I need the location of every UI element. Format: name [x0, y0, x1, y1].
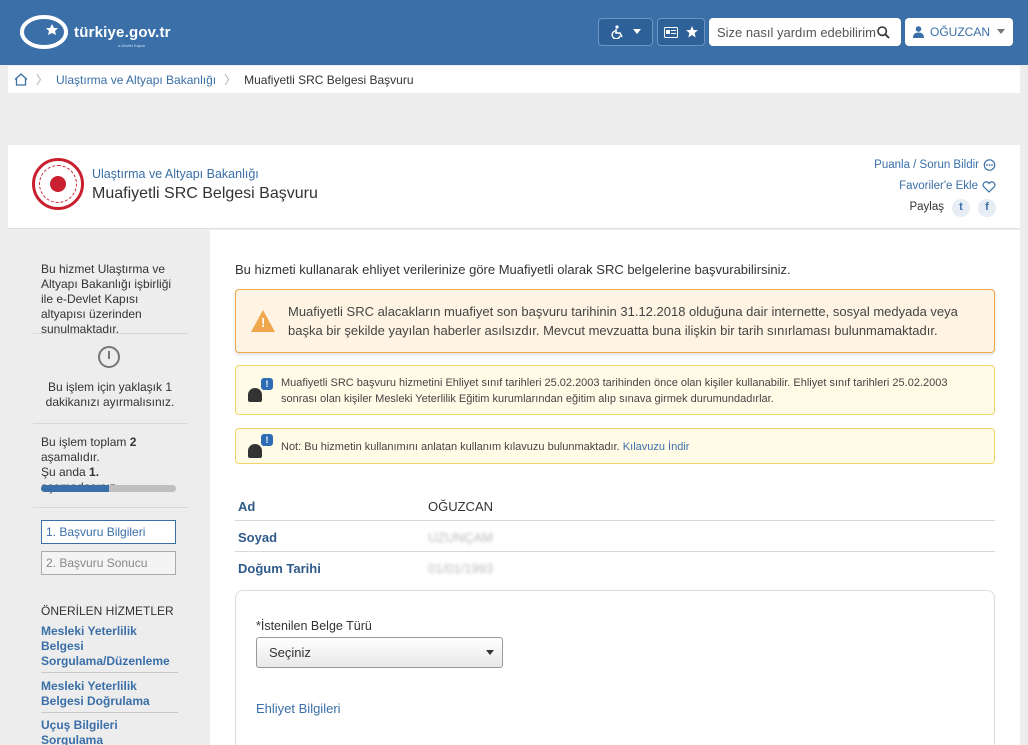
user-name: OĞUZCAN [930, 25, 990, 39]
user-icon [913, 26, 924, 38]
breadcrumb-ministry-link[interactable]: Ulaştırma ve Altyapı Bakanlığı [56, 73, 216, 87]
step-basvuru-sonucu: 2. Başvuru Sonucu [41, 551, 176, 575]
license-section-title: Ehliyet Bilgileri [256, 701, 341, 716]
clock-icon [98, 346, 120, 368]
step-count-suffix: aşamalıdır. [41, 450, 100, 464]
share-row: Paylaş t f [874, 197, 996, 218]
chevron-down-icon [997, 29, 1005, 34]
page-title: Muafiyetli SRC Belgesi Başvuru [92, 185, 318, 202]
id-card-icon [664, 26, 678, 38]
ministry-seal-logo [32, 158, 84, 210]
caret-down-icon [486, 650, 494, 655]
field-value: 01/01/1993 [428, 561, 494, 576]
breadcrumb-separator: 〉 [36, 73, 49, 87]
step-total: 2 [129, 435, 137, 449]
twitter-icon[interactable]: t [952, 198, 970, 217]
rate-report-label: Puanla / Sorun Bildir [874, 159, 979, 171]
star-icon [686, 26, 698, 38]
step-progress-bar [41, 485, 176, 492]
field-label: Soyad [238, 530, 278, 545]
e-devlet-logo-icon [20, 15, 68, 49]
download-guide-link[interactable]: Kılavuzu İndir [623, 441, 690, 453]
eligibility-info-text: Muafiyetli SRC başvuru hizmetini Ehliyet… [281, 377, 948, 405]
id-card-favorites-button[interactable] [657, 18, 705, 46]
recommended-service-link[interactable]: Mesleki Yeterlilik Belgesi Sorgulama/Düz… [41, 624, 178, 673]
guide-info-text: Not: Bu hizmetin kullanımını anlatan kul… [281, 439, 986, 455]
step-basvuru-bilgileri[interactable]: 1. Başvuru Bilgileri [41, 520, 176, 544]
current-step-text: Şu anda [41, 465, 90, 479]
search-input[interactable] [717, 24, 877, 40]
wheelchair-icon [610, 25, 623, 39]
user-menu-button[interactable]: OĞUZCAN [905, 18, 1013, 46]
field-label: Ad [238, 499, 256, 514]
field-value: OĞUZCAN [428, 499, 493, 514]
intro-text: Bu hizmeti kullanarak ehliyet verilerini… [235, 262, 791, 277]
breadcrumb-current-page: Muafiyetli SRC Belgesi Başvuru [244, 72, 414, 87]
info-alert-guide: ! Not: Bu hizmetin kullanımını anlatan k… [235, 428, 995, 464]
step-progress-fill [41, 485, 109, 492]
field-label: Doğum Tarihi [238, 561, 321, 576]
speech-bubble-icon [983, 159, 996, 171]
recommended-services-title: ÖNERİLEN HİZMETLER [41, 604, 174, 618]
main-content: Bu hizmeti kullanarak ehliyet verilerini… [210, 230, 1020, 745]
field-row-dogum-tarihi: Doğum Tarihi 01/01/1993 [235, 552, 995, 583]
rate-report-link[interactable]: Puanla / Sorun Bildir [874, 155, 996, 176]
top-navigation-bar: türkiye.gov.tr e-Devlet Kapısı Size nası… [0, 0, 1028, 65]
service-actions: Puanla / Sorun Bildir Favoriler'e Ekle P… [874, 155, 996, 218]
doc-type-selected: Seçiniz [269, 645, 311, 660]
facebook-icon[interactable]: f [978, 198, 996, 217]
service-provider-note: Bu hizmet Ulaştırma ve Altyapı Bakanlığı… [41, 262, 172, 336]
field-row-ad: Ad OĞUZCAN [235, 490, 995, 521]
warning-text: Muafiyetli SRC alacakların muafiyet son … [288, 304, 958, 338]
logo-text: türkiye.gov.tr [74, 23, 171, 41]
info-person-icon: ! [248, 434, 274, 460]
recommended-service-link[interactable]: Mesleki Yeterlilik Belgesi Doğrulama [41, 679, 178, 713]
divider [33, 423, 188, 424]
doc-type-select[interactable]: Seçiniz [256, 637, 503, 668]
home-icon[interactable] [14, 73, 28, 86]
search-box [709, 18, 901, 46]
info-alert-eligibility: ! Muafiyetli SRC başvuru hizmetini Ehliy… [235, 365, 995, 415]
current-step-number: 1. [89, 465, 100, 479]
chevron-down-icon [632, 29, 641, 34]
warning-alert: ! Muafiyetli SRC alacakların muafiyet so… [235, 289, 995, 353]
sidebar: Bu hizmet Ulaştırma ve Altyapı Bakanlığı… [8, 230, 209, 745]
search-icon[interactable] [877, 25, 890, 39]
field-row-soyad: Soyad UZUNÇAM [235, 521, 995, 552]
warning-icon: ! [251, 310, 275, 332]
service-header: Ulaştırma ve Altyapı Bakanlığı Muafiyetl… [8, 145, 1020, 229]
recommended-service-link[interactable]: Uçuş Bilgileri Sorgulama [41, 718, 178, 745]
divider [33, 333, 188, 334]
share-label: Paylaş [909, 201, 944, 213]
ministry-name[interactable]: Ulaştırma ve Altyapı Bakanlığı [92, 167, 259, 181]
application-form: *İstenilen Belge Türü Seçiniz Ehliyet Bi… [235, 590, 995, 745]
breadcrumb-separator: 〉 [224, 73, 237, 87]
add-favorite-label: Favoriler'e Ekle [899, 180, 978, 192]
field-value: UZUNÇAM [428, 530, 493, 545]
time-estimate: Bu işlem için yaklaşık 1 dakikanızı ayır… [45, 380, 175, 409]
add-favorite-link[interactable]: Favoriler'e Ekle [874, 176, 996, 197]
step-count-text: Bu işlem toplam [41, 435, 130, 449]
heart-icon [982, 180, 996, 193]
turkiye-gov-logo[interactable]: türkiye.gov.tr e-Devlet Kapısı [18, 10, 188, 54]
info-person-icon: ! [248, 378, 274, 404]
doc-type-label: *İstenilen Belge Türü [256, 619, 372, 633]
logo-subtitle: e-Devlet Kapısı [118, 43, 146, 48]
guide-note: Not: Bu hizmetin kullanımını anlatan kul… [281, 441, 623, 453]
divider [33, 507, 188, 508]
breadcrumb: 〉 Ulaştırma ve Altyapı Bakanlığı 〉 Muafi… [8, 66, 1020, 93]
accessibility-button[interactable] [598, 18, 653, 46]
